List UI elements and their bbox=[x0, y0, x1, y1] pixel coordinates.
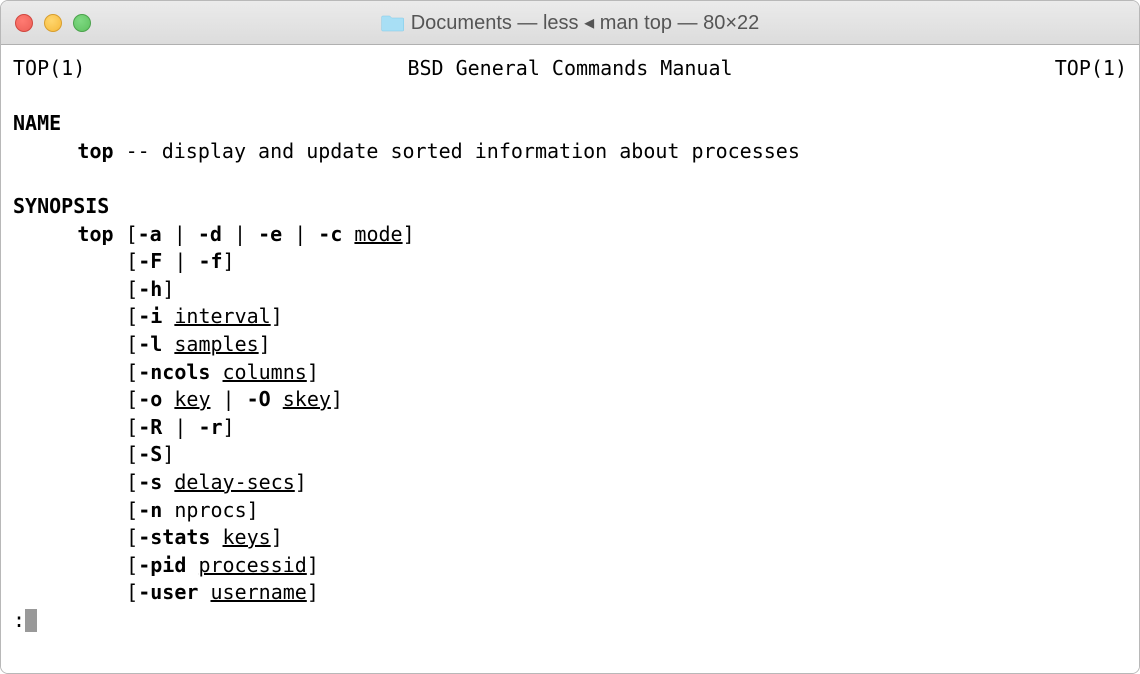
folder-icon bbox=[381, 13, 405, 33]
synopsis-line-11: [-stats keys] bbox=[13, 524, 1127, 552]
synopsis-line-4: [-l samples] bbox=[13, 331, 1127, 359]
name-line: top -- display and update sorted informa… bbox=[13, 138, 1127, 166]
synopsis-line-7: [-R | -r] bbox=[13, 414, 1127, 442]
minimize-button[interactable] bbox=[44, 14, 62, 32]
man-header-right: TOP(1) bbox=[1055, 55, 1127, 83]
man-header: TOP(1) BSD General Commands Manual TOP(1… bbox=[13, 55, 1127, 83]
synopsis-line-3: [-i interval] bbox=[13, 303, 1127, 331]
synopsis-line-8: [-S] bbox=[13, 441, 1127, 469]
synopsis-line-10: [-n nprocs] bbox=[13, 497, 1127, 525]
synopsis-line-6: [-o key | -O skey] bbox=[13, 386, 1127, 414]
synopsis-line-1: [-F | -f] bbox=[13, 248, 1127, 276]
synopsis-line-12: [-pid processid] bbox=[13, 552, 1127, 580]
window-title-text: Documents — less ◂ man top — 80×22 bbox=[411, 10, 760, 35]
name-cmd: top bbox=[77, 139, 113, 163]
less-prompt[interactable]: : bbox=[13, 607, 1127, 635]
name-desc: -- display and update sorted information… bbox=[114, 139, 800, 163]
synopsis-line-13: [-user username] bbox=[13, 579, 1127, 607]
terminal-window: Documents — less ◂ man top — 80×22 TOP(1… bbox=[0, 0, 1140, 674]
blank-line bbox=[13, 165, 1127, 193]
terminal-body[interactable]: TOP(1) BSD General Commands Manual TOP(1… bbox=[1, 45, 1139, 673]
man-header-left: TOP(1) bbox=[13, 55, 85, 83]
synopsis-line-0: top [-a | -d | -e | -c mode] bbox=[13, 221, 1127, 249]
synopsis-line-2: [-h] bbox=[13, 276, 1127, 304]
traffic-lights bbox=[15, 14, 91, 32]
maximize-button[interactable] bbox=[73, 14, 91, 32]
synopsis-line-9: [-s delay-secs] bbox=[13, 469, 1127, 497]
man-header-center: BSD General Commands Manual bbox=[407, 55, 732, 83]
prompt-colon: : bbox=[13, 607, 25, 635]
close-button[interactable] bbox=[15, 14, 33, 32]
section-name-heading: NAME bbox=[13, 110, 1127, 138]
window-title: Documents — less ◂ man top — 80×22 bbox=[381, 10, 760, 35]
section-synopsis-heading: SYNOPSIS bbox=[13, 193, 1127, 221]
titlebar[interactable]: Documents — less ◂ man top — 80×22 bbox=[1, 1, 1139, 45]
syn-cmd: top bbox=[77, 222, 113, 246]
synopsis-line-5: [-ncols columns] bbox=[13, 359, 1127, 387]
cursor bbox=[25, 609, 37, 632]
